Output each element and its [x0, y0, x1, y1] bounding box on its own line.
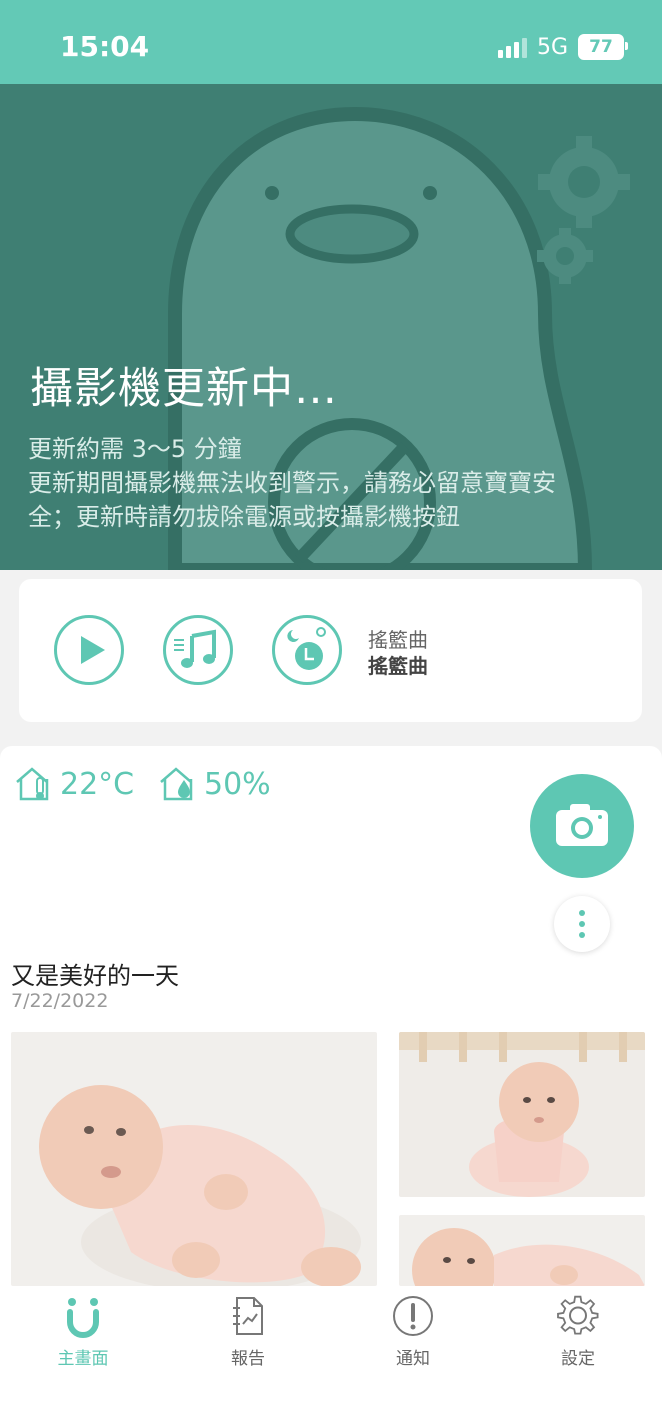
timer-icon — [287, 627, 326, 670]
nav-home-label: 主畫面 — [57, 1349, 109, 1369]
music-select-button[interactable] — [163, 615, 233, 685]
baby-photo-image — [11, 1032, 377, 1286]
track-label: 搖籃曲 — [368, 628, 428, 652]
nav-notifications[interactable]: 通知 — [353, 1294, 473, 1369]
play-icon — [81, 636, 105, 664]
update-duration: 更新約需 3〜5 分鐘 — [28, 435, 242, 463]
network-type: 5G — [536, 34, 568, 60]
sleep-timer-button[interactable] — [272, 615, 342, 685]
baby-photo-image — [399, 1215, 645, 1286]
more-dot — [579, 921, 585, 927]
baby-photo-crib[interactable] — [399, 1032, 645, 1197]
nav-report[interactable]: 報告 — [188, 1294, 308, 1369]
status-time: 15:04 — [60, 30, 150, 63]
humidity-icon — [160, 767, 193, 801]
gear-illustration — [537, 136, 630, 284]
temperature-value: 22°C — [60, 766, 135, 802]
camera-icon — [556, 804, 608, 846]
home-icon — [67, 1298, 99, 1338]
track-name: 搖籃曲 — [368, 654, 428, 678]
music-note-icon — [174, 629, 216, 668]
update-warning-line2: 全；更新時請勿拔除電源或按攝影機按鈕 — [28, 503, 460, 531]
more-dot — [579, 910, 585, 916]
baby-photo-image — [399, 1032, 645, 1197]
update-warning-line1: 更新期間攝影機無法收到警示，請務必留意寶寶安 — [28, 469, 556, 497]
alert-icon — [393, 1296, 433, 1336]
nav-home[interactable]: 主畫面 — [23, 1294, 143, 1369]
more-options-button[interactable] — [554, 896, 610, 952]
baby-photo-large[interactable] — [11, 1032, 377, 1286]
main-panel: 22°C 50% 又是美好的一天 7/22/2022 — [0, 746, 662, 1286]
lullaby-card: 搖籃曲 搖籃曲 — [19, 579, 642, 722]
update-description: 更新約需 3〜5 分鐘 更新期間攝影機無法收到警示，請務必留意寶寶安 全；更新時… — [28, 432, 638, 534]
feed-date: 7/22/2022 — [11, 990, 109, 1012]
temperature-icon — [16, 767, 49, 801]
temperature-reading: 22°C — [14, 766, 134, 802]
status-indicators: 5G 77 — [497, 34, 628, 60]
play-button[interactable] — [54, 615, 124, 685]
more-dot — [579, 932, 585, 938]
snapshot-button[interactable] — [530, 774, 634, 878]
humidity-reading: 50% — [158, 766, 271, 802]
battery-icon: 77 — [578, 34, 628, 60]
bottom-nav: 主畫面 報告 通知 設定 — [0, 1286, 662, 1406]
status-bar: 15:04 5G 77 — [0, 0, 662, 84]
feed-title: 又是美好的一天 — [11, 962, 179, 990]
gear-icon — [557, 1295, 599, 1335]
battery-level: 77 — [589, 37, 613, 57]
nav-report-label: 報告 — [231, 1349, 265, 1369]
report-icon — [233, 1297, 263, 1335]
camera-update-banner: 攝影機更新中… 更新約需 3〜5 分鐘 更新期間攝影機無法收到警示，請務必留意寶… — [0, 84, 662, 570]
baby-photo-small[interactable] — [399, 1215, 645, 1286]
current-track: 搖籃曲 搖籃曲 — [368, 627, 428, 679]
signal-icon — [497, 36, 527, 58]
update-title: 攝影機更新中… — [30, 364, 338, 414]
nav-notifications-label: 通知 — [396, 1349, 430, 1369]
humidity-value: 50% — [204, 766, 271, 802]
nav-settings-label: 設定 — [561, 1349, 595, 1369]
nav-settings[interactable]: 設定 — [518, 1294, 638, 1369]
